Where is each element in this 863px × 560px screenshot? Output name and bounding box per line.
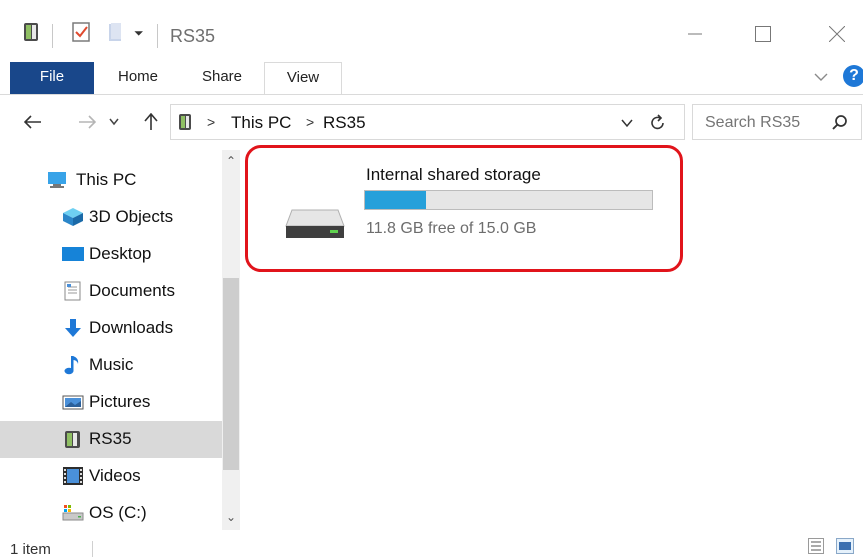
device-icon (24, 23, 38, 41)
chevron-down-icon (109, 118, 119, 126)
3d-objects-icon (63, 208, 83, 226)
sidebar-item-pictures[interactable]: Pictures (0, 384, 222, 421)
scroll-down-icon[interactable]: ⌄ (226, 510, 236, 524)
up-button[interactable] (138, 108, 164, 136)
device-icon (65, 431, 80, 448)
search-icon (832, 115, 847, 130)
sidebar-item-desktop[interactable]: Desktop (0, 236, 222, 273)
refresh-icon[interactable] (649, 114, 667, 132)
item-count: 1 item (10, 541, 51, 558)
customize-quick-access-icon[interactable]: ⏷ (134, 26, 144, 41)
sidebar-scrollbar[interactable]: ⌃ ⌄ (222, 150, 240, 530)
search-input[interactable] (703, 111, 827, 135)
search-box[interactable] (692, 104, 862, 140)
window-title: RS35 (170, 26, 216, 46)
up-arrow-icon (144, 113, 158, 130)
status-bar: 1 item (0, 532, 863, 560)
scrollbar-thumb[interactable] (223, 278, 239, 470)
forward-button[interactable] (74, 108, 100, 136)
pictures-icon (62, 395, 84, 410)
sidebar-item-documents[interactable]: Documents (0, 273, 222, 310)
recent-locations-button[interactable] (106, 108, 122, 136)
toolbar-separator (157, 24, 158, 48)
navigation-pane: This PC 3D Objects Desktop Documents Dow… (0, 150, 240, 530)
documents-icon (64, 281, 81, 301)
device-icon (179, 114, 191, 130)
storage-usage-fill (365, 191, 427, 209)
storage-usage-bar (364, 190, 653, 210)
breadcrumb-chevron-icon[interactable]: > (306, 114, 314, 130)
breadcrumb-rs35[interactable]: RS35 (323, 113, 366, 133)
back-arrow-icon (24, 115, 41, 129)
drive-icon (62, 505, 84, 521)
address-dropdown-icon[interactable] (621, 119, 633, 128)
storage-drive-icon (285, 209, 345, 238)
music-icon (64, 356, 79, 375)
new-folder-icon[interactable] (108, 22, 124, 42)
tab-home[interactable]: Home (102, 62, 174, 94)
large-icons-view-icon[interactable] (836, 538, 854, 554)
tab-file[interactable]: File (10, 62, 94, 94)
close-icon (829, 26, 845, 42)
properties-icon[interactable] (72, 22, 90, 42)
title-bar: ⏷ RS35 (0, 0, 863, 58)
toolbar-separator (52, 24, 53, 48)
sidebar-item-music[interactable]: Music (0, 347, 222, 384)
forward-arrow-icon (79, 115, 96, 129)
computer-icon (48, 172, 66, 188)
status-separator (92, 541, 93, 557)
videos-icon (63, 467, 83, 485)
close-button[interactable] (814, 14, 860, 54)
maximize-icon (755, 26, 771, 42)
tab-share[interactable]: Share (186, 62, 258, 94)
address-bar[interactable]: > This PC > RS35 (170, 104, 685, 140)
minimize-button[interactable] (672, 14, 718, 54)
back-button[interactable] (20, 108, 46, 136)
ribbon-tabs: File Home Share View ? (0, 62, 863, 95)
ribbon-divider (0, 94, 863, 95)
sidebar-item-os-c[interactable]: OS (C:) (0, 495, 222, 532)
desktop-icon (62, 247, 84, 261)
sidebar-item-rs35[interactable]: RS35 (0, 421, 222, 458)
sidebar-item-downloads[interactable]: Downloads (0, 310, 222, 347)
sidebar-item-this-pc[interactable]: This PC (0, 162, 222, 199)
breadcrumb-this-pc[interactable]: This PC (231, 113, 291, 133)
sidebar-item-videos[interactable]: Videos (0, 458, 222, 495)
navigation-bar: > This PC > RS35 (0, 102, 863, 142)
minimize-icon (688, 33, 702, 35)
tab-view[interactable]: View (264, 62, 342, 95)
breadcrumb-chevron-icon[interactable]: > (207, 114, 215, 130)
scroll-up-icon[interactable]: ⌃ (226, 154, 236, 168)
expand-ribbon-icon[interactable] (812, 68, 830, 86)
downloads-icon (65, 319, 81, 337)
help-icon[interactable]: ? (843, 65, 863, 87)
maximize-button[interactable] (740, 14, 786, 54)
storage-free-text: 11.8 GB free of 15.0 GB (366, 220, 537, 237)
file-list-view: Internal shared storage 11.8 GB free of … (240, 140, 863, 532)
sidebar-item-3d-objects[interactable]: 3D Objects (0, 199, 222, 236)
details-view-icon[interactable] (808, 538, 824, 554)
storage-name: Internal shared storage (366, 165, 541, 184)
